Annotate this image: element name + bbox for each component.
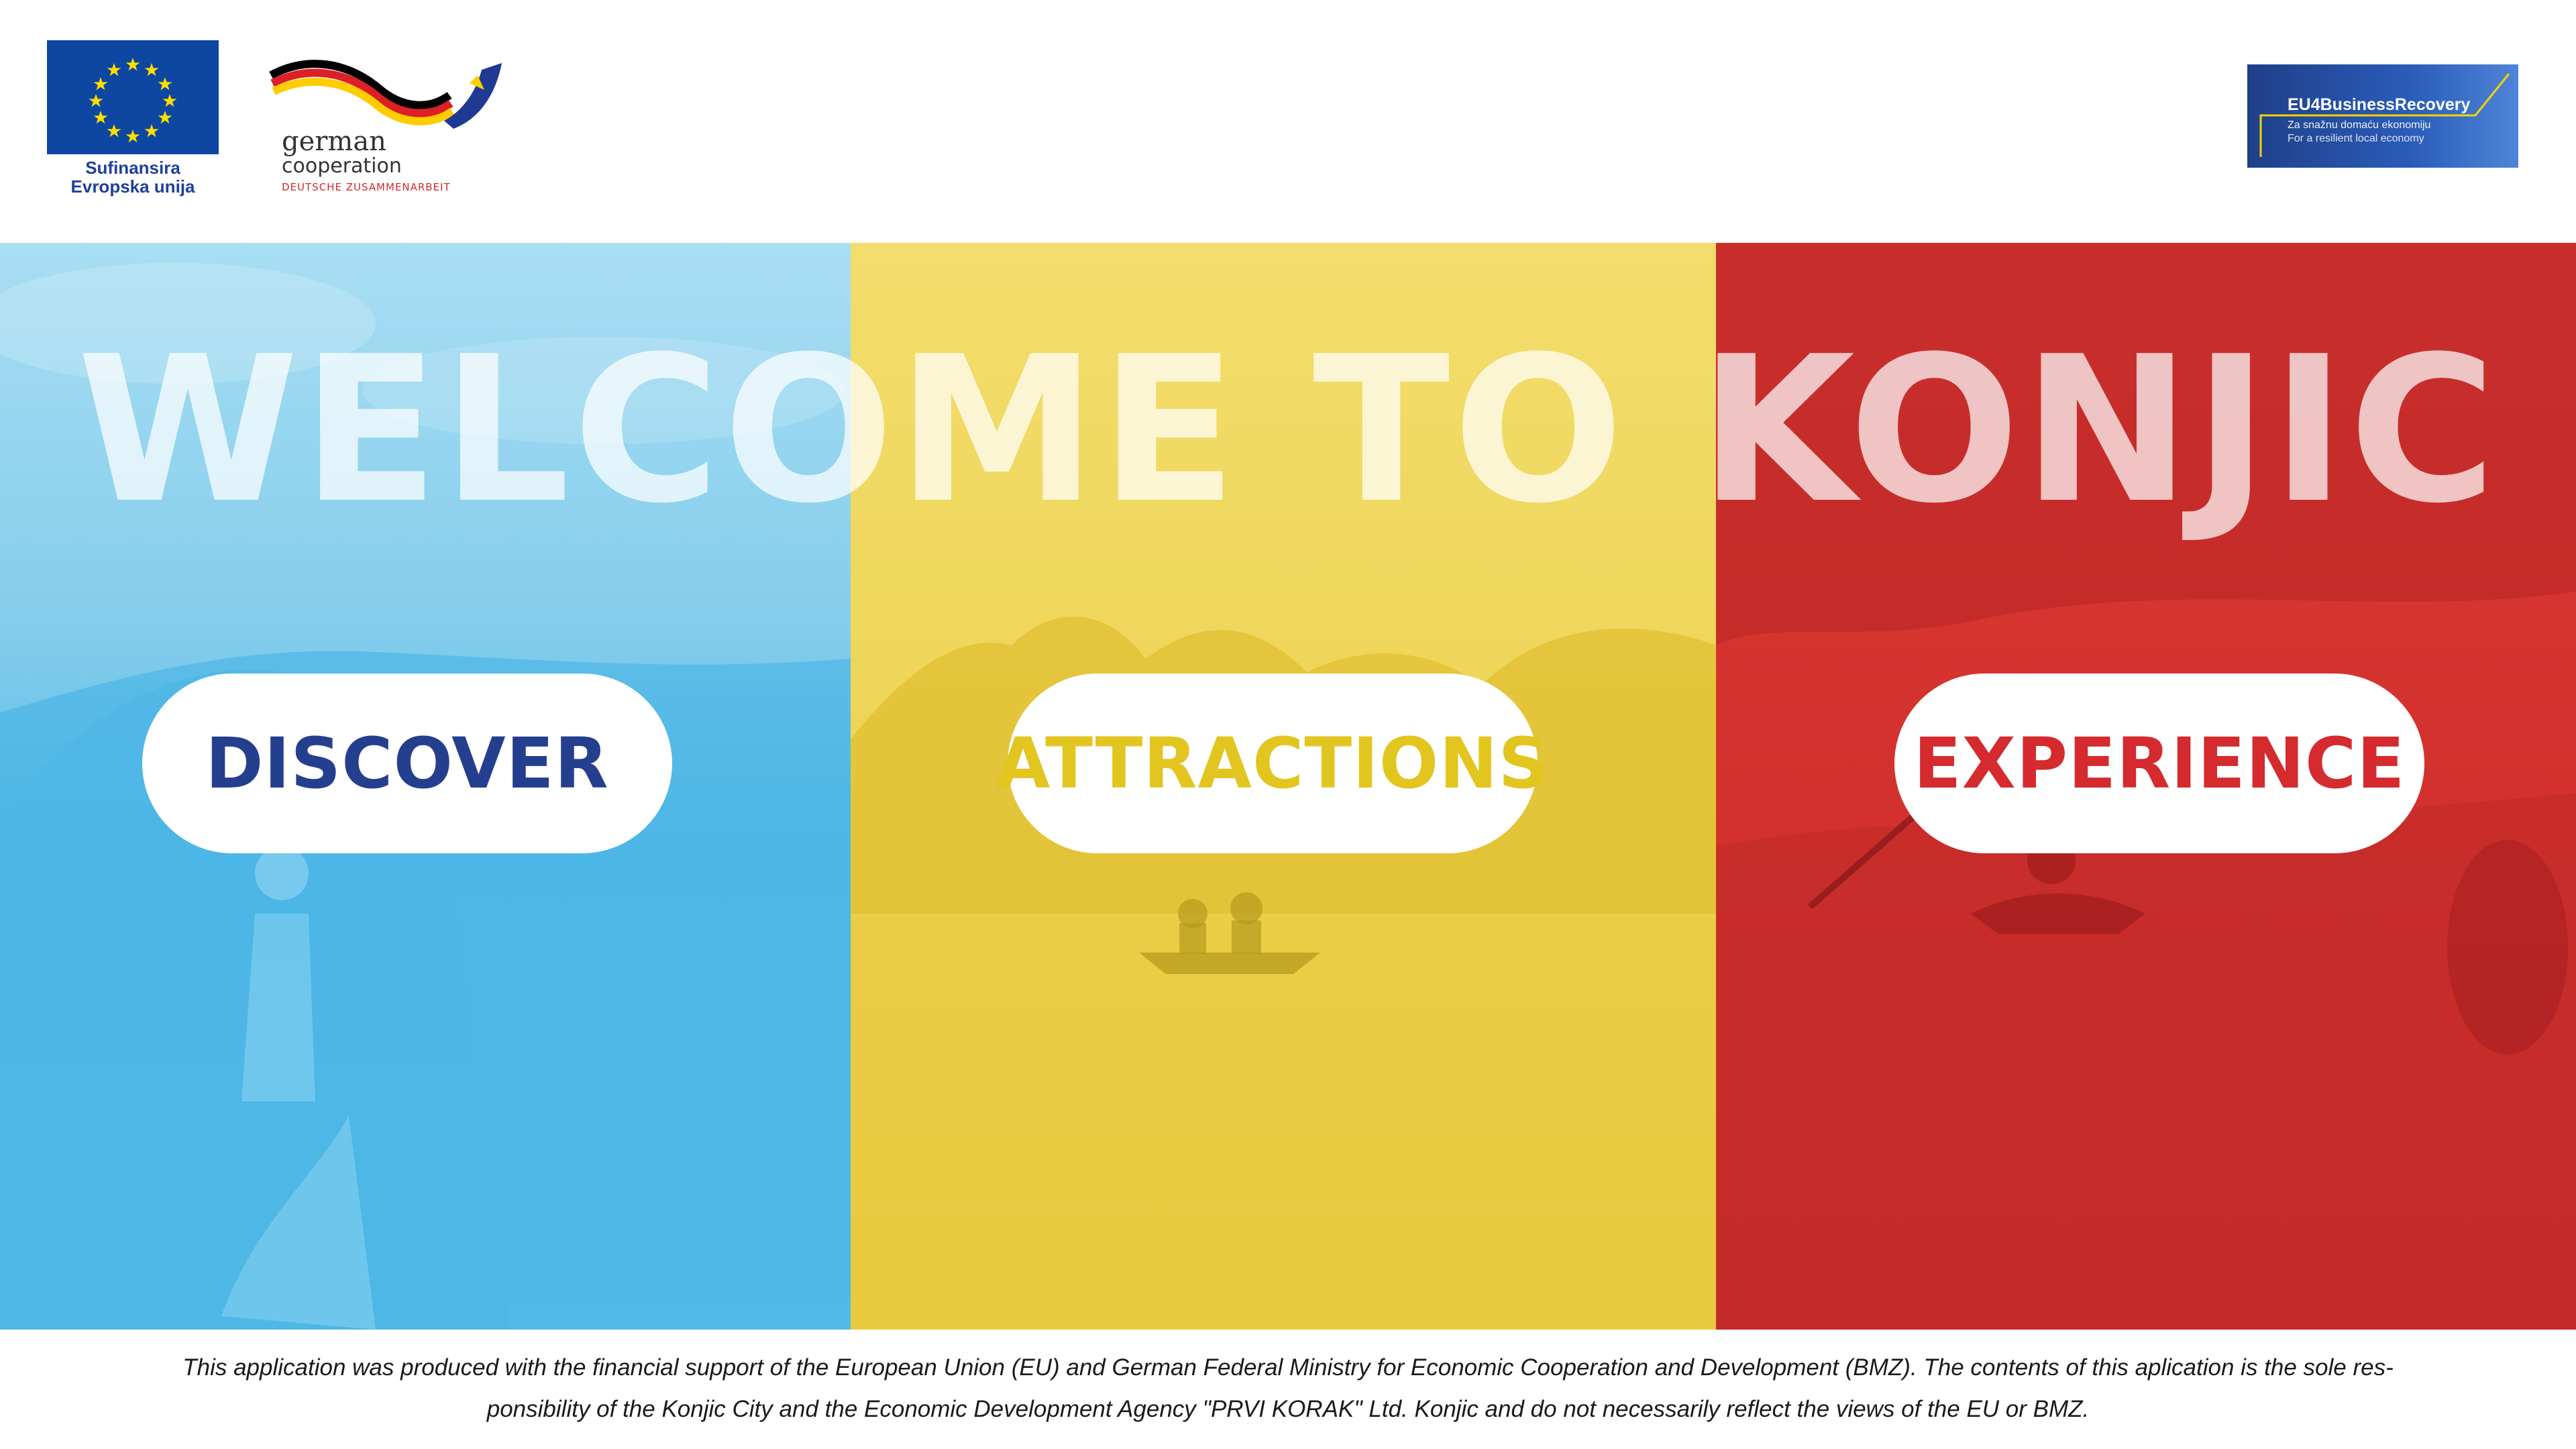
eu4-title: EU4BusinessRecovery [2288,95,2471,114]
eu4-subtitle-bs: Za snažnu domaću ekonomiju [2288,119,2431,131]
logo-line-icon [2259,73,2510,157]
disclaimer-text: This application was produced with the f… [60,1347,2516,1430]
eu4-subtitle-en: For a resilient local economy [2288,133,2424,144]
footer: This application was produced with the f… [0,1330,2576,1449]
eu-flag-icon [47,40,219,154]
gc-cooperation-text: cooperation [282,154,402,178]
disclaimer-line2: ponsibility of the Konjic City and the E… [486,1396,2090,1422]
experience-button[interactable]: EXPERIENCE [1894,674,2424,853]
gc-deutsche-text: DEUTSCHE ZUSAMMENARBEIT [282,181,451,193]
ribbon-icon [269,60,502,129]
hero: WELCOME TO KONJIC DISCOVER ATTRACTIONS E… [0,243,2576,1330]
welcome-title: WELCOME TO KONJIC [76,313,2500,547]
eu4businessrecovery-logo: EU4BusinessRecovery Za snažnu domaću eko… [2247,64,2518,168]
gc-german-text: german [282,126,386,157]
eu-logo: Sufinansira Evropska unija [47,40,219,196]
eu-caption-line2: Evropska unija [70,176,195,197]
eu-caption-line1: Sufinansira [85,158,180,178]
attractions-button[interactable]: ATTRACTIONS [996,674,1548,853]
disclaimer-line1: This application was produced with the f… [182,1354,2394,1381]
header: Sufinansira Evropska unija german cooper… [0,0,2576,243]
discover-button[interactable]: DISCOVER [142,674,672,853]
eu-caption: Sufinansira Evropska unija [47,158,219,196]
german-cooperation-logo: german cooperation DEUTSCHE ZUSAMMENARBE… [268,56,510,197]
